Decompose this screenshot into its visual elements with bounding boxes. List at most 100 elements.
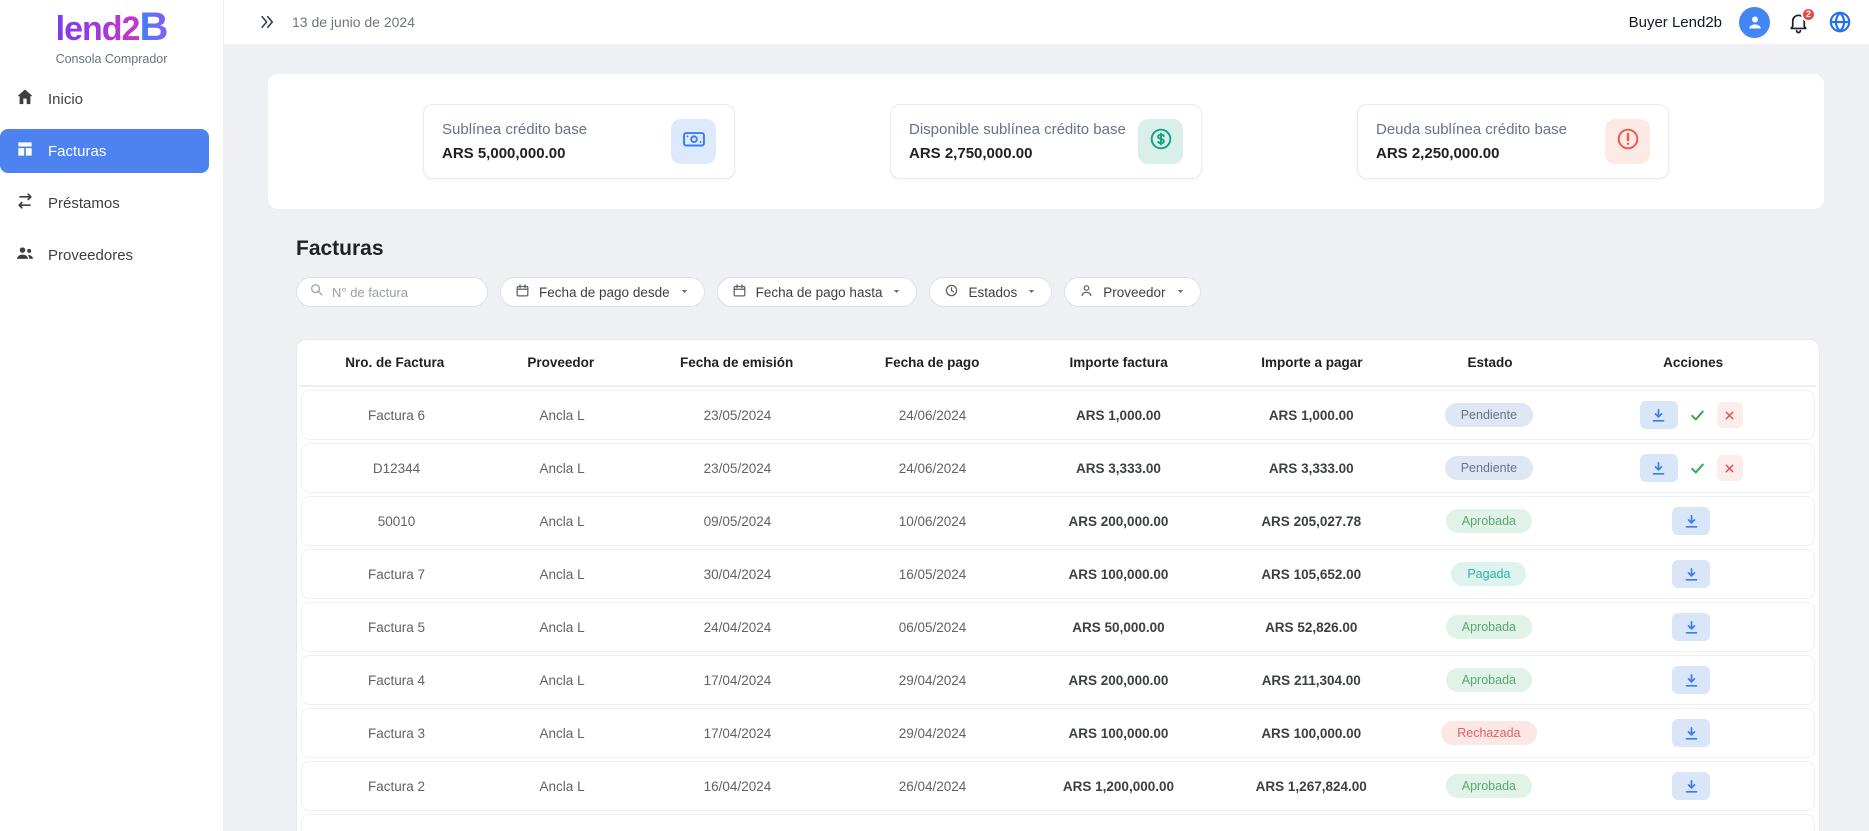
provider-name: Ancla L [491, 726, 633, 741]
provider-name: Ancla L [491, 461, 633, 476]
stat-value: ARS 5,000,000.00 [442, 145, 587, 162]
dollar-coin-icon [1148, 126, 1174, 157]
amount-to-pay: ARS 105,652.00 [1214, 567, 1409, 582]
invoice-number: Factura 3 [302, 726, 491, 741]
download-button[interactable] [1672, 719, 1710, 747]
issue-date: 09/05/2024 [633, 514, 842, 529]
invoice-amount: ARS 200,000.00 [1023, 514, 1214, 529]
topbar-right: Buyer Lend2b 2 [1629, 7, 1853, 38]
calendar-icon [732, 283, 747, 301]
pay-date: 29/04/2024 [842, 673, 1023, 688]
filter-date-from[interactable]: Fecha de pago desde [500, 277, 705, 307]
amount-to-pay: ARS 211,304.00 [1214, 673, 1409, 688]
row-actions [1569, 507, 1814, 535]
provider-name: Ancla L [491, 567, 633, 582]
transfer-arrows-icon [15, 191, 35, 215]
invoices-section: Facturas Fecha de pago desde Fecha de pa… [296, 237, 1820, 831]
language-globe-icon[interactable] [1827, 9, 1853, 35]
amount-to-pay: ARS 52,826.00 [1214, 620, 1409, 635]
pay-date: 10/06/2024 [842, 514, 1023, 529]
status-badge: Pagada [1451, 562, 1526, 586]
download-button[interactable] [1672, 772, 1710, 800]
issue-date: 30/04/2024 [633, 567, 842, 582]
alert-circle-icon [1615, 126, 1641, 157]
stat-value: ARS 2,250,000.00 [1376, 145, 1567, 162]
status-clock-icon [944, 283, 959, 301]
user-avatar[interactable] [1739, 7, 1770, 38]
column-header: Importe a pagar [1214, 355, 1410, 370]
download-button[interactable] [1672, 613, 1710, 641]
reject-button[interactable] [1717, 402, 1743, 428]
row-actions [1569, 719, 1814, 747]
chevron-down-icon [1175, 285, 1186, 300]
download-button[interactable] [1672, 560, 1710, 588]
invoice-number: Factura 7 [302, 567, 491, 582]
table-row: Factura 6 Ancla L 23/05/2024 24/06/2024 … [301, 390, 1815, 440]
home-icon [15, 87, 35, 111]
chevron-down-icon [891, 285, 902, 300]
status-badge: Aprobada [1446, 615, 1532, 639]
column-header: Acciones [1570, 355, 1816, 370]
chevron-down-icon [1026, 285, 1037, 300]
stat-value: ARS 2,750,000.00 [909, 145, 1126, 162]
column-header: Fecha de emisión [632, 355, 841, 370]
column-header: Importe factura [1023, 355, 1214, 370]
issue-date: 23/05/2024 [633, 408, 842, 423]
amount-to-pay: ARS 1,267,824.00 [1214, 779, 1409, 794]
issue-date: 23/05/2024 [633, 461, 842, 476]
invoice-number: Factura 2 [302, 779, 491, 794]
filters-bar: Fecha de pago desde Fecha de pago hasta … [296, 277, 1820, 307]
stat-title: Deuda sublínea crédito base [1376, 121, 1567, 138]
table-row: D12344 Ancla L 23/05/2024 24/06/2024 ARS… [301, 443, 1815, 493]
pay-date: 16/05/2024 [842, 567, 1023, 582]
row-actions [1569, 401, 1814, 429]
status-badge: Rechazada [1441, 721, 1536, 745]
table-row: Factura 4 Ancla L 17/04/2024 29/04/2024 … [301, 655, 1815, 705]
invoice-number: Factura 6 [302, 408, 491, 423]
filter-states[interactable]: Estados [929, 277, 1052, 307]
filter-label: Fecha de pago hasta [756, 285, 883, 300]
approve-button[interactable] [1689, 460, 1706, 477]
amount-to-pay: ARS 3,333.00 [1214, 461, 1409, 476]
sidebar-item-prestamos[interactable]: Préstamos [0, 181, 209, 225]
reject-button[interactable] [1717, 455, 1743, 481]
chevron-down-icon [679, 285, 690, 300]
search-input[interactable] [332, 285, 475, 300]
download-button[interactable] [1672, 666, 1710, 694]
invoice-search-box [296, 277, 488, 307]
calendar-icon [515, 283, 530, 301]
row-actions [1569, 454, 1814, 482]
brand-logo-text: lend2 [56, 10, 140, 48]
sidebar-item-proveedores[interactable]: Proveedores [0, 233, 209, 277]
sidebar-item-label: Préstamos [48, 195, 120, 212]
brand-logo: lend2B [0, 8, 223, 48]
download-button[interactable] [1672, 507, 1710, 535]
issue-date: 24/04/2024 [633, 620, 842, 635]
filter-date-to[interactable]: Fecha de pago hasta [717, 277, 918, 307]
brand-logo-accent: B [139, 5, 167, 49]
sidebar-item-inicio[interactable]: Inicio [0, 77, 209, 121]
column-header: Nro. de Factura [300, 355, 490, 370]
status-badge: Aprobada [1446, 774, 1532, 798]
table-row: Factura 7 Ancla L 30/04/2024 16/05/2024 … [301, 549, 1815, 599]
invoice-number: D12344 [302, 461, 491, 476]
filter-provider[interactable]: Proveedor [1064, 277, 1200, 307]
invoice-amount: ARS 100,000.00 [1023, 567, 1214, 582]
brand-subtitle: Consola Comprador [0, 52, 223, 66]
sidebar-item-label: Facturas [48, 143, 106, 160]
sidebar-item-facturas[interactable]: Facturas [0, 129, 209, 173]
download-button[interactable] [1640, 454, 1678, 482]
page-title: Facturas [296, 237, 1820, 261]
stat-title: Disponible sublínea crédito base [909, 121, 1126, 138]
table-row: Factura 3 Ancla L 17/04/2024 29/04/2024 … [301, 708, 1815, 758]
approve-button[interactable] [1689, 407, 1706, 424]
row-actions [1569, 666, 1814, 694]
download-button[interactable] [1640, 401, 1678, 429]
invoice-amount: ARS 50,000.00 [1023, 620, 1214, 635]
invoice-number: Factura 5 [302, 620, 491, 635]
sidebar-collapse-icon[interactable] [258, 13, 276, 31]
banknote-icon [681, 126, 707, 157]
notifications-bell-icon[interactable]: 2 [1787, 11, 1810, 34]
provider-name: Ancla L [491, 408, 633, 423]
person-icon [1079, 283, 1094, 301]
